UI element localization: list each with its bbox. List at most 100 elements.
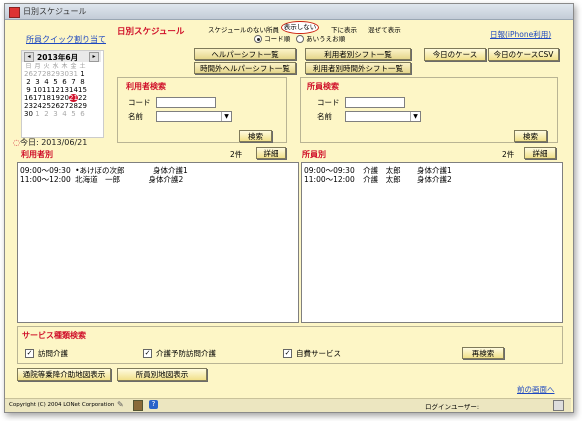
- calendar-day[interactable]: 1: [78, 70, 87, 78]
- sort-code-radio[interactable]: コード順: [254, 33, 290, 43]
- overtime-helper-shift-list-button[interactable]: 時間外ヘルパーシフト一覧: [194, 62, 296, 74]
- chevron-down-icon: ▼: [221, 112, 231, 121]
- by-staff-detail-button[interactable]: 詳細: [524, 147, 556, 159]
- user-overtime-shift-list-button[interactable]: 利用者別時間外シフト一覧: [305, 62, 411, 74]
- calendar-day[interactable]: 28: [42, 70, 51, 78]
- user-shift-list-button[interactable]: 利用者別シフト一覧: [305, 48, 411, 60]
- user-code-input[interactable]: [156, 97, 216, 108]
- service-checkbox-self-pay[interactable]: ✓: [283, 349, 292, 358]
- calendar-day[interactable]: 19: [51, 94, 60, 102]
- calendar-day[interactable]: 14: [69, 86, 78, 94]
- list-item[interactable]: 11:00～12:00 北海道 一郎 身体介護2: [20, 174, 183, 185]
- by-staff-title: 所員別: [302, 150, 326, 159]
- calendar-grid: 日 月 火 水 木 金 土 26 27 28 29 30 31 1 2 3 4 5 6 7 8 9 10 11 1…: [24, 63, 87, 118]
- staff-search-button[interactable]: 検索: [514, 130, 547, 142]
- calendar-day[interactable]: 5: [51, 78, 60, 86]
- quick-assign-link[interactable]: 所員クイック割り当て: [26, 34, 106, 45]
- calendar-day[interactable]: 3: [33, 78, 42, 86]
- calendar-prev-button[interactable]: ◂: [24, 52, 34, 62]
- staff-name-select[interactable]: ▼: [345, 111, 421, 122]
- calendar-day[interactable]: 1: [33, 110, 42, 118]
- login-user-label: ログインユーザー:: [425, 403, 480, 411]
- calendar-day[interactable]: 6: [78, 110, 87, 118]
- calendar-day[interactable]: 2: [42, 110, 51, 118]
- calendar-day[interactable]: 12: [51, 86, 60, 94]
- list-item[interactable]: 11:00～12:00 介護 太郎 身体介護2: [304, 174, 452, 185]
- calendar-day[interactable]: 4: [60, 110, 69, 118]
- row-name: 介護 太郎: [363, 175, 401, 184]
- calendar-day[interactable]: 27: [33, 70, 42, 78]
- staff-search-title: 所員検索: [307, 82, 339, 91]
- printer-icon[interactable]: [553, 400, 564, 411]
- research-button[interactable]: 再検索: [462, 347, 504, 359]
- by-staff-count: 2件: [502, 150, 515, 159]
- calendar-day[interactable]: 2: [24, 78, 33, 86]
- staff-map-button[interactable]: 所員別地図表示: [117, 368, 207, 381]
- calendar-day[interactable]: 17: [33, 94, 42, 102]
- calendar-day[interactable]: 5: [69, 110, 78, 118]
- calendar-day[interactable]: 4: [42, 78, 51, 86]
- service-label-home-care: 訪問介護: [38, 349, 68, 358]
- window-title: 日別スケジュール: [23, 7, 87, 16]
- sort-kana-radio[interactable]: あいうえお順: [296, 33, 345, 43]
- calendar-day[interactable]: 29: [51, 70, 60, 78]
- service-checkbox-home-care[interactable]: ✓: [25, 349, 34, 358]
- calendar-day[interactable]: 22: [78, 94, 87, 102]
- user-name-select[interactable]: ▼: [156, 111, 232, 122]
- staff-code-input[interactable]: [345, 97, 405, 108]
- calendar-day[interactable]: 20: [60, 94, 69, 102]
- map-button-left[interactable]: 通院等乗降介助地図表示: [17, 368, 111, 381]
- pen-icon[interactable]: ✎: [117, 400, 126, 409]
- calendar-day[interactable]: 30: [24, 110, 33, 118]
- service-label-self-pay: 自費サービス: [296, 349, 341, 358]
- calendar-day[interactable]: 9: [24, 86, 33, 94]
- calendar-day[interactable]: 28: [69, 102, 78, 110]
- calendar-day[interactable]: 26: [24, 70, 33, 78]
- calendar-day[interactable]: 15: [78, 86, 87, 94]
- chevron-down-icon: ▼: [410, 112, 420, 121]
- calendar-day[interactable]: 27: [60, 102, 69, 110]
- calendar-day[interactable]: 13: [60, 86, 69, 94]
- calendar-day[interactable]: 23: [24, 102, 33, 110]
- calendar-day[interactable]: 10: [33, 86, 42, 94]
- service-checkbox-preventive-care[interactable]: ✓: [143, 349, 152, 358]
- calendar-day[interactable]: 31: [69, 70, 78, 78]
- staff-name-label: 名前: [317, 112, 332, 121]
- weekday: 水: [52, 63, 59, 70]
- daily-report-link[interactable]: 日報(iPhone利用): [490, 29, 551, 40]
- calendar-day[interactable]: 29: [78, 102, 87, 110]
- by-user-detail-button[interactable]: 詳細: [256, 147, 286, 159]
- book-icon[interactable]: [133, 400, 143, 411]
- service-type-panel: サービス種類検索 ✓ 訪問介護 ✓ 介護予防訪問介護 ✓ 自費サービス 再検索: [17, 326, 563, 364]
- row-name: 北海道 一郎: [75, 175, 121, 184]
- today-case-csv-button[interactable]: 今日のケースCSV: [488, 48, 559, 61]
- calendar-day[interactable]: 3: [51, 110, 60, 118]
- today-marker-icon: ◌: [13, 138, 20, 147]
- calendar-next-button[interactable]: ▸: [89, 52, 99, 62]
- sort-code-label: コード順: [264, 35, 291, 43]
- service-label-preventive-care: 介護予防訪問介護: [156, 349, 216, 358]
- by-user-count: 2件: [230, 150, 243, 159]
- today-case-button[interactable]: 今日のケース: [424, 48, 486, 61]
- mixed-show-option[interactable]: 混ぜて表示: [368, 24, 401, 34]
- back-link[interactable]: 前の画面へ: [517, 384, 555, 395]
- calendar-day[interactable]: 25: [42, 102, 51, 110]
- user-search-button[interactable]: 検索: [239, 130, 272, 142]
- calendar-day[interactable]: 18: [42, 94, 51, 102]
- calendar-day[interactable]: 11: [42, 86, 51, 94]
- calendar-day[interactable]: 30: [60, 70, 69, 78]
- calendar-day[interactable]: 21: [69, 94, 78, 102]
- calendar-day[interactable]: 6: [60, 78, 69, 86]
- calendar-day[interactable]: 26: [51, 102, 60, 110]
- by-user-list[interactable]: 09:00～09:30 •あけぼの次郎 身体介護1 11:00～12:00 北海…: [17, 162, 299, 323]
- calendar-day[interactable]: 16: [24, 94, 33, 102]
- by-staff-list[interactable]: 09:00～09:30 介護 太郎 身体介護1 11:00～12:00 介護 太…: [301, 162, 563, 323]
- calendar-day[interactable]: 7: [69, 78, 78, 86]
- calendar-day[interactable]: 24: [33, 102, 42, 110]
- calendar-day[interactable]: 8: [78, 78, 87, 86]
- radio-icon: [296, 35, 304, 43]
- help-icon[interactable]: ?: [149, 400, 158, 409]
- calendar: ◂ 2013年6月 ▸ 日 月 火 水 木 金 土 26 27 28 29 30 31 1 2…: [21, 50, 104, 138]
- user-code-label: コード: [128, 98, 151, 107]
- helper-shift-list-button[interactable]: ヘルパーシフト一覧: [194, 48, 296, 60]
